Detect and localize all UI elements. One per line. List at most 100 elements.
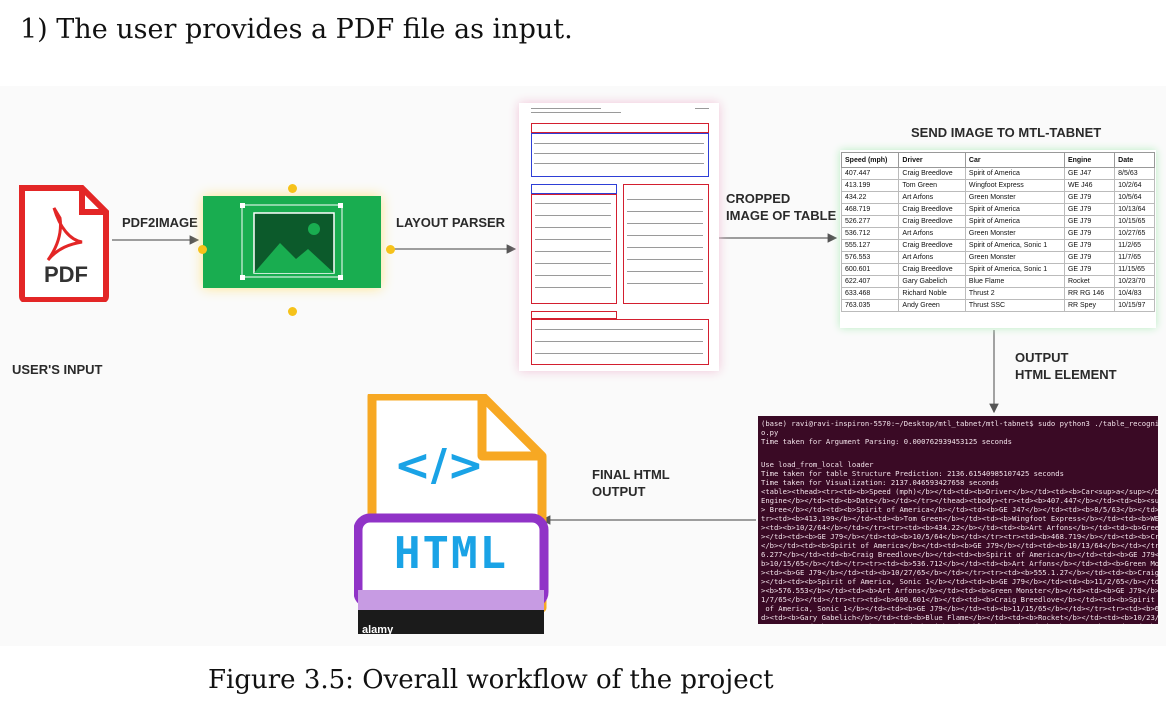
table-cell: GE J79 (1063, 239, 1116, 252)
table-cell: 10/13/64 (1114, 203, 1155, 216)
html-icon-label: HTML (394, 528, 508, 579)
table-row: 633.468 Richard Noble Thrust 2 RR RG 146 10/… (840, 287, 1155, 300)
label-users-input: USER'S INPUT (12, 362, 103, 377)
table-cell: 633.468 (840, 287, 900, 300)
table-header-cell: Car (964, 152, 1065, 168)
terminal-line: Time taken for table Structure Predictio… (761, 469, 1064, 478)
table-cell: 413.199 (840, 179, 900, 192)
table-header-cell: Date (1114, 152, 1155, 168)
table-header-row: Speed (mph) Driver Car Engine Date (840, 152, 1155, 168)
table-cell: GE J47 (1063, 167, 1116, 180)
table-row: 468.719 Craig Breedlove Spirit of America G… (840, 203, 1155, 216)
parsed-document-page (519, 103, 719, 371)
table-cell: GE J79 (1063, 251, 1116, 264)
label-output-html-element: OUTPUT HTML ELEMENT (1015, 350, 1117, 382)
terminal-window: (base) ravi@ravi-inspiron-5570:~/Desktop… (758, 416, 1158, 624)
table-row: 600.601 Craig Breedlove Spirit of America,… (840, 263, 1155, 276)
table-cell: Andy Green (898, 299, 966, 312)
label-layout-parser: LAYOUT PARSER (396, 215, 506, 230)
terminal-line: ><td><b>10/2/64</b></td></tr><tr><td><b>… (761, 523, 1158, 532)
table-cell: 622.407 (840, 275, 900, 288)
table-cell: 407.447 (840, 167, 900, 180)
table-cell: Thrust 2 (964, 287, 1065, 300)
label-send-image: SEND IMAGE TO MTL-TABNET (911, 125, 1102, 140)
table-row: 555.127 Craig Breedlove Spirit of America,… (840, 239, 1155, 252)
table-cell: Richard Noble (898, 287, 966, 300)
handle-dot-bottom (288, 307, 297, 316)
table-cell: Green Monster (964, 191, 1065, 204)
table-cell: Spirit of America (964, 215, 1065, 228)
html-file-icon (354, 394, 549, 634)
table-cell: 763.035 (840, 299, 900, 312)
cropped-table-image: Speed (mph) Driver Car Engine Date 407.447 Cr… (840, 150, 1156, 328)
table-cell: GE J79 (1063, 203, 1116, 216)
terminal-line: 1/7/65</b></td></tr><tr><td><b>600.601</… (761, 595, 1155, 604)
terminal-line: tr><td><b>413.199</b></td><td><b>Tom Gre… (761, 514, 1158, 523)
terminal-line: b>10/15/65</b></td></tr><tr><td><b>536.7… (761, 559, 1158, 568)
table-cell: Craig Breedlove (898, 167, 966, 180)
table-row: 407.447 Craig Breedlove Spirit of America G… (840, 167, 1155, 180)
terminal-line: ><td><b>GE J79</b></td><td><b>10/27/65</… (761, 568, 1158, 577)
label-pdf2image: PDF2IMAGE (122, 215, 198, 230)
table-cell: GE J79 (1063, 191, 1116, 204)
table-cell: 10/2/64 (1114, 179, 1155, 192)
table-cell: Art Arfons (898, 251, 966, 264)
terminal-line: of America, Sonic 1</b></td><td><b>GE J7… (765, 604, 1158, 613)
label-cropped-image: CROPPED IMAGE OF TABLE (726, 191, 837, 223)
table-row: 622.407 Gary Gabelich Blue Flame Rocket 10/2… (840, 275, 1155, 288)
terminal-line: </b></td><td><b>Spirit of America</b></t… (761, 541, 1158, 550)
table-cell: 10/15/65 (1114, 215, 1155, 228)
table-row: 413.199 Tom Green Wingfoot Express WE J46 10… (840, 179, 1155, 192)
table-cell: 536.712 (840, 227, 900, 240)
table-cell: GE J79 (1063, 215, 1116, 228)
table-cell: 468.719 (840, 203, 900, 216)
table-cell: Green Monster (964, 227, 1065, 240)
table-cell: WE J46 (1063, 179, 1116, 192)
figure-caption: Figure 3.5: Overall workflow of the proj… (208, 665, 774, 695)
table-cell: Spirit of America, Sonic 1 (964, 239, 1065, 252)
layout-box-table-1 (531, 133, 709, 177)
terminal-line: <table><thead><tr><td><b>Speed (mph)</b>… (761, 487, 1158, 496)
terminal-line: ></td><td><b>GE J79</b></td><td><b>10/5/… (761, 532, 1158, 541)
terminal-output: o.py Time taken for Argument Parsing: 0.0… (758, 428, 1158, 624)
table-cell: Art Arfons (898, 191, 966, 204)
image-icon (240, 203, 343, 280)
table-cell: 11/7/65 (1114, 251, 1155, 264)
table-cell: Gary Gabelich (898, 275, 966, 288)
table-cell: Art Arfons (898, 227, 966, 240)
table-cell: GE J79 (1063, 263, 1116, 276)
table-cell: 10/4/83 (1114, 287, 1155, 300)
label-final-html-output: FINAL HTML OUTPUT (592, 467, 670, 499)
handle-dot-right (386, 245, 395, 254)
table-cell: Craig Breedlove (898, 263, 966, 276)
terminal-line: d><td><b>Gary Gabelich</b></td><td><b>Bl… (761, 613, 1158, 622)
record-table: Speed (mph) Driver Car Engine Date 407.447 Cr… (840, 152, 1155, 312)
table-cell: 10/23/70 (1114, 275, 1155, 288)
table-cell: Spirit of America, Sonic 1 (964, 263, 1065, 276)
table-cell: 10/5/64 (1114, 191, 1155, 204)
table-cell: GE J79 (1063, 227, 1116, 240)
layout-box-header (531, 184, 617, 194)
terminal-line: ><b>576.553</b></td><td><b>Art Arfons</b… (761, 586, 1158, 595)
terminal-line: </tr><tr><td><b>633.468</b></td><td><b>R… (758, 622, 1158, 624)
table-header-cell: Engine (1063, 152, 1116, 168)
handle-dot-left (198, 245, 207, 254)
table-cell: 8/5/63 (1114, 167, 1155, 180)
terminal-line: Time taken for Visualization: 2137.04659… (761, 478, 999, 487)
table-cell: 10/15/97 (1114, 299, 1155, 312)
table-cell: Craig Breedlove (898, 203, 966, 216)
table-cell: 11/15/65 (1114, 263, 1155, 276)
terminal-line: Time taken for Argument Parsing: 0.00076… (761, 437, 1012, 446)
table-body: 407.447 Craig Breedlove Spirit of America G… (840, 167, 1155, 312)
table-cell: Green Monster (964, 251, 1065, 264)
table-row: 576.553 Art Arfons Green Monster GE J79 11/7… (840, 251, 1155, 264)
table-cell: 526.277 (840, 215, 900, 228)
code-tag-icon: </> (394, 440, 484, 491)
table-cell: 11/2/65 (1114, 239, 1155, 252)
table-header-cell: Speed (mph) (840, 152, 900, 168)
layout-box-title (531, 123, 709, 133)
pdf-icon-label: PDF (44, 262, 88, 287)
terminal-line: ></td><td><b>Spirit of America, Sonic 1<… (761, 577, 1158, 586)
table-cell: 576.553 (840, 251, 900, 264)
